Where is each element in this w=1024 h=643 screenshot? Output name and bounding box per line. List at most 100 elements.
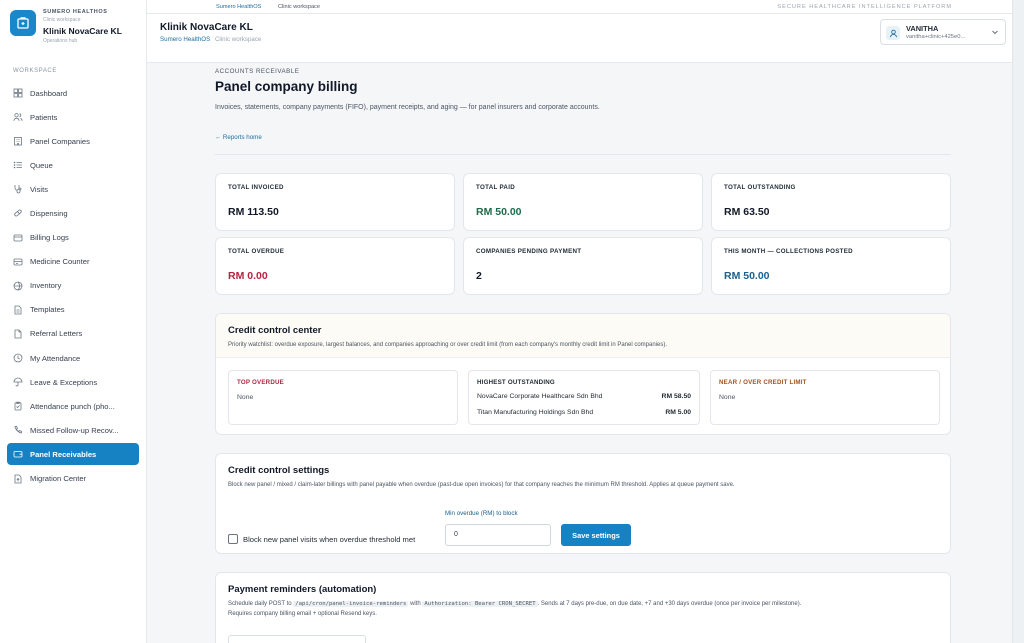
reminders-text: . Sends at 7 days pre-due, on due date, … bbox=[537, 601, 802, 607]
sidebar-item-templates[interactable]: Templates bbox=[7, 299, 139, 321]
stat-total-invoiced: TOTAL INVOICED RM 113.50 bbox=[215, 173, 455, 231]
min-overdue-label: Min overdue (RM) to block bbox=[445, 510, 518, 517]
sidebar-item-label: Dispensing bbox=[30, 208, 68, 218]
min-overdue-input[interactable]: 0 bbox=[445, 524, 551, 546]
brand-hub: Operations hub bbox=[43, 38, 78, 44]
auth-header: Authorization: Bearer CRON_SECRET bbox=[422, 601, 538, 607]
breadcrumb-workspace: Clinic workspace bbox=[214, 36, 262, 43]
workspace-section-label: WORKSPACE bbox=[13, 68, 57, 74]
top-overdue-empty: None bbox=[237, 394, 254, 401]
clinic-logo-icon bbox=[10, 10, 36, 36]
list-item: Titan Manufacturing Holdings Sdn Bhd RM … bbox=[477, 409, 691, 416]
divider bbox=[215, 154, 951, 155]
near-limit-empty: None bbox=[719, 394, 736, 401]
chevron-down-icon bbox=[992, 30, 998, 35]
stat-label: TOTAL OVERDUE bbox=[228, 248, 285, 255]
page-header: Klinik NovaCare KL Sumero HealthOS Clini… bbox=[147, 14, 1012, 63]
sidebar-item-label: Inventory bbox=[30, 281, 62, 291]
top-overdue-title: TOP OVERDUE bbox=[237, 379, 285, 386]
credit-control-settings: Credit control settings Block new panel … bbox=[215, 453, 951, 554]
reminders-text: Schedule daily POST to bbox=[228, 601, 292, 607]
top-overdue-box: TOP OVERDUE None bbox=[228, 370, 458, 425]
page-eyebrow: ACCOUNTS RECEIVABLE bbox=[215, 68, 300, 75]
sidebar-item-panel-companies[interactable]: Panel Companies bbox=[7, 130, 139, 152]
breadcrumb: Sumero HealthOS Clinic workspace bbox=[160, 36, 261, 43]
sidebar-item-label: Panel Receivables bbox=[30, 449, 97, 459]
block-visits-checkbox[interactable]: Block new panel visits when overdue thre… bbox=[228, 534, 415, 544]
sidebar: SUMERO HEALTHOS Clinic workspace Klinik … bbox=[0, 0, 147, 643]
highest-outstanding-title: HIGHEST OUTSTANDING bbox=[477, 379, 555, 386]
stat-total-outstanding: TOTAL OUTSTANDING RM 63.50 bbox=[711, 173, 951, 231]
sidebar-item-billing-logs[interactable]: Billing Logs bbox=[7, 227, 139, 249]
near-limit-title: NEAR / OVER CREDIT LIMIT bbox=[719, 379, 807, 386]
top-brand-link[interactable]: Sumero HealthOS bbox=[216, 4, 261, 10]
brand-org: SUMERO HEALTHOS bbox=[43, 9, 108, 15]
credit-center-title: Credit control center bbox=[228, 325, 322, 336]
save-settings-button[interactable]: Save settings bbox=[561, 524, 631, 546]
reports-home-link[interactable]: ← Reports home bbox=[215, 134, 262, 141]
stat-label: TOTAL OUTSTANDING bbox=[724, 184, 796, 191]
sidebar-item-label: Medicine Counter bbox=[30, 257, 90, 267]
reminders-text: with bbox=[410, 601, 421, 607]
sidebar-item-panel-receivables[interactable]: Panel Receivables bbox=[7, 443, 139, 466]
top-workspace-link[interactable]: Clinic workspace bbox=[278, 4, 320, 10]
breadcrumb-brand[interactable]: Sumero HealthOS bbox=[160, 36, 210, 43]
sidebar-item-patients[interactable]: Patients bbox=[7, 106, 139, 128]
checkbox-box[interactable] bbox=[228, 534, 238, 544]
stat-label: TOTAL INVOICED bbox=[228, 184, 284, 191]
payment-reminders: Payment reminders (automation) Schedule … bbox=[215, 572, 951, 643]
brand-clinic-name: Klinik NovaCare KL bbox=[43, 26, 122, 36]
clock-icon bbox=[13, 353, 23, 363]
sidebar-item-dispensing[interactable]: Dispensing bbox=[7, 202, 139, 224]
sidebar-item-label: Migration Center bbox=[30, 474, 87, 483]
umbrella-icon bbox=[13, 377, 23, 387]
stat-total-paid: TOTAL PAID RM 50.00 bbox=[463, 173, 703, 231]
credit-card-icon bbox=[13, 234, 23, 241]
document-icon bbox=[14, 329, 22, 339]
sidebar-item-medicine-counter[interactable]: Medicine Counter bbox=[7, 251, 139, 273]
sidebar-item-visits[interactable]: Visits bbox=[7, 178, 139, 200]
top-bar: Sumero HealthOS Clinic workspace SECURE … bbox=[147, 0, 1012, 14]
checkbox-label: Block new panel visits when overdue thre… bbox=[243, 534, 416, 544]
pill-icon bbox=[14, 210, 22, 217]
file-icon bbox=[14, 305, 22, 315]
sidebar-item-referral-letters[interactable]: Referral Letters bbox=[7, 323, 139, 345]
credit-settings-title: Credit control settings bbox=[228, 465, 330, 476]
list-icon bbox=[13, 161, 22, 169]
sidebar-item-migration-center[interactable]: Migration Center bbox=[7, 468, 139, 490]
credit-center-description: Priority watchlist: overdue exposure, la… bbox=[228, 342, 668, 348]
main-content: ACCOUNTS RECEIVABLE Panel company billin… bbox=[147, 63, 1012, 643]
sidebar-item-label: Billing Logs bbox=[30, 233, 69, 243]
sidebar-item-label: Patients bbox=[30, 112, 58, 122]
page-scrollbar[interactable] bbox=[1012, 0, 1024, 643]
credit-control-center: Credit control center Priority watchlist… bbox=[215, 313, 951, 435]
stat-label: TOTAL PAID bbox=[476, 184, 515, 191]
sidebar-item-inventory[interactable]: Inventory bbox=[7, 275, 139, 297]
stat-label: COMPANIES PENDING PAYMENT bbox=[476, 248, 582, 255]
reminders-control[interactable] bbox=[228, 635, 366, 643]
user-menu-button[interactable]: VANITHA vanitha+clinic+425e0... bbox=[880, 19, 1006, 45]
sidebar-item-label: Templates bbox=[30, 305, 65, 315]
sidebar-item-attendance-punch-pho[interactable]: Attendance punch (pho... bbox=[7, 395, 139, 417]
stat-companies-pending: COMPANIES PENDING PAYMENT 2 bbox=[463, 237, 703, 295]
grid-icon bbox=[13, 88, 23, 98]
sidebar-item-my-attendance[interactable]: My Attendance bbox=[7, 347, 139, 369]
company-amount: RM 5.00 bbox=[665, 409, 691, 416]
stat-value: RM 63.50 bbox=[724, 206, 770, 218]
near-limit-box: NEAR / OVER CREDIT LIMIT None bbox=[710, 370, 940, 425]
brand-block[interactable]: SUMERO HEALTHOS Clinic workspace Klinik … bbox=[0, 0, 146, 56]
sidebar-item-queue[interactable]: Queue bbox=[7, 154, 139, 176]
sidebar-item-dashboard[interactable]: Dashboard bbox=[7, 82, 139, 104]
reminders-description: Schedule daily POST to /api/cron/panel-i… bbox=[228, 600, 801, 619]
sidebar-item-leave-exceptions[interactable]: Leave & Exceptions bbox=[7, 371, 139, 393]
sidebar-item-label: Referral Letters bbox=[30, 329, 83, 339]
cron-endpoint: /api/cron/panel-invoice-reminders bbox=[293, 601, 409, 607]
stat-total-overdue: TOTAL OVERDUE RM 0.00 bbox=[215, 237, 455, 295]
page-title: Panel company billing bbox=[215, 79, 358, 94]
stethoscope-icon bbox=[14, 185, 22, 194]
sidebar-item-label: Queue bbox=[30, 160, 53, 170]
sidebar-item-label: Missed Follow-up Recov... bbox=[30, 425, 119, 435]
stat-label: THIS MONTH — COLLECTIONS POSTED bbox=[724, 248, 853, 255]
sidebar-item-missed-follow-up-recov[interactable]: Missed Follow-up Recov... bbox=[7, 419, 139, 441]
company-name: NovaCare Corporate Healthcare Sdn Bhd bbox=[477, 393, 603, 400]
